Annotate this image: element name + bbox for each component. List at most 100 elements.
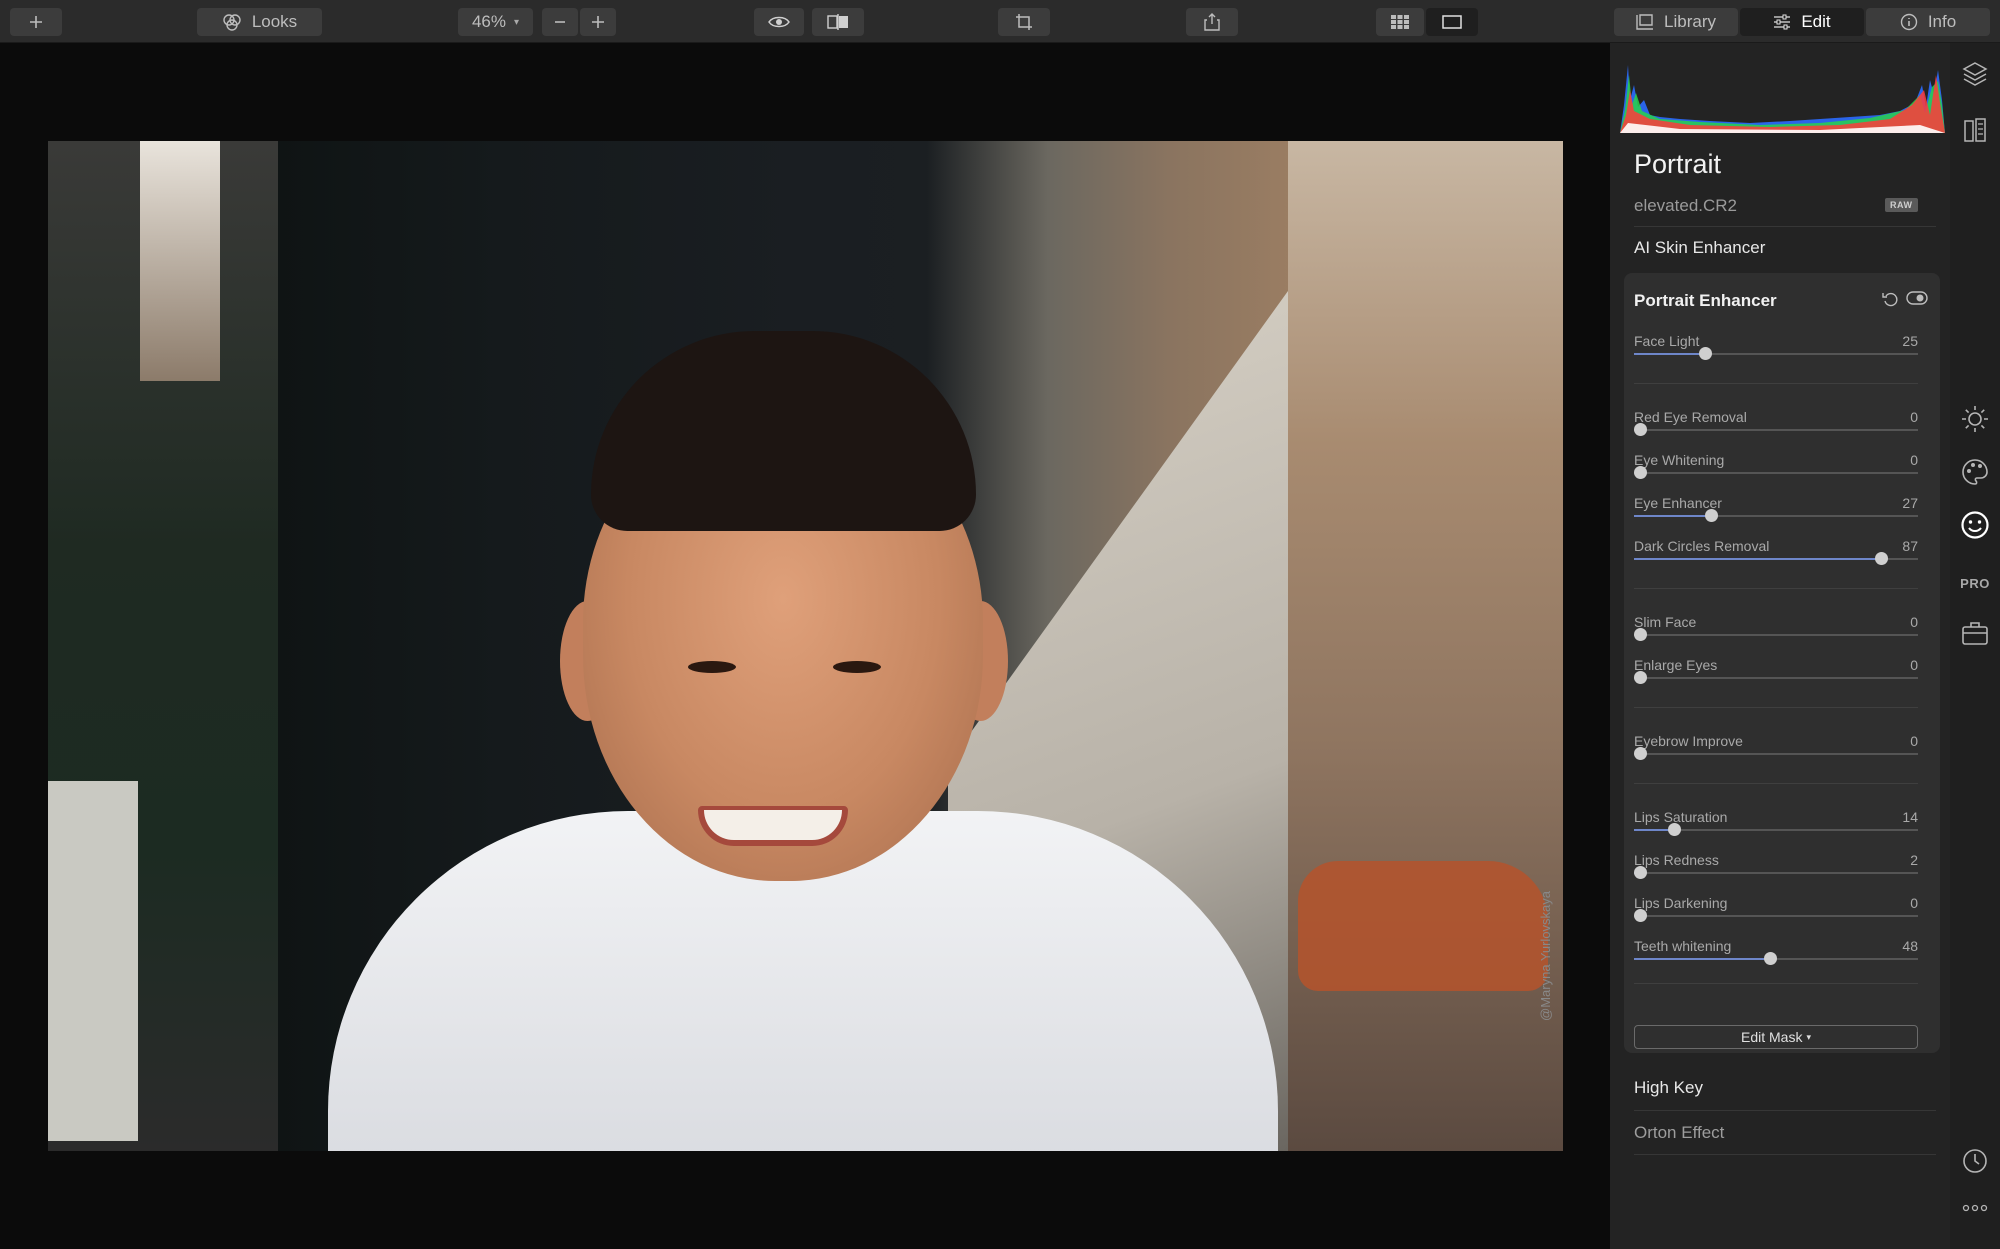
slider-knob[interactable] [1875, 552, 1889, 565]
crop-button[interactable] [998, 8, 1050, 36]
slider-eye-whitening[interactable]: Eye Whitening 0 [1634, 452, 1918, 482]
zoom-value: 46% [471, 12, 506, 31]
file-name: elevated.CR2 [1634, 196, 1738, 215]
layers-icon[interactable] [1960, 58, 1990, 88]
section-divider [1634, 707, 1918, 708]
slider-value: 0 [1910, 657, 1918, 673]
section-divider [1634, 983, 1918, 984]
slider-knob[interactable] [1634, 866, 1647, 879]
looks-button[interactable]: Looks [197, 8, 322, 36]
slider-track[interactable] [1634, 872, 1918, 874]
slider-lips-saturation[interactable]: Lips Saturation 14 [1634, 809, 1918, 839]
edit-mask-button[interactable]: Edit Mask ▾ [1634, 1025, 1918, 1049]
slider-value: 25 [1902, 333, 1918, 349]
slider-track[interactable] [1634, 677, 1918, 679]
slider-lips-redness[interactable]: Lips Redness 2 [1634, 852, 1918, 882]
slider-track[interactable] [1634, 753, 1918, 755]
info-icon [1900, 13, 1918, 31]
add-button[interactable] [10, 8, 62, 36]
slider-label: Lips Darkening [1634, 895, 1728, 911]
crop-icon [1016, 14, 1032, 30]
compare-button[interactable] [812, 8, 864, 36]
looks-label: Looks [251, 12, 298, 31]
edit-label: Edit [1801, 12, 1831, 31]
slider-track[interactable] [1634, 429, 1918, 431]
slider-value: 0 [1910, 614, 1918, 630]
tab-info[interactable]: Info [1866, 8, 1990, 36]
grid-icon [1391, 15, 1409, 29]
preview-eye-button[interactable] [754, 8, 804, 36]
slider-label: Face Light [1634, 333, 1700, 349]
slider-value: 2 [1910, 852, 1918, 868]
history-clock-icon[interactable] [1960, 1146, 1990, 1176]
slider-track[interactable] [1634, 915, 1918, 917]
top-toolbar: Looks 46% ▾ Library Edit Info [0, 0, 2000, 43]
slider-value: 0 [1910, 733, 1918, 749]
face-icon[interactable] [1960, 510, 1990, 540]
slider-knob[interactable] [1634, 466, 1647, 479]
slider-label: Enlarge Eyes [1634, 657, 1718, 673]
chevron-down-icon: ▾ [514, 16, 520, 28]
slider-label: Red Eye Removal [1634, 409, 1747, 425]
slider-value: 14 [1902, 809, 1918, 825]
slider-label: Dark Circles Removal [1634, 538, 1770, 554]
slider-face-light[interactable]: Face Light 25 [1634, 333, 1918, 363]
presets-icon[interactable] [1960, 115, 1990, 145]
slider-teeth-whitening[interactable]: Teeth whitening 48 [1634, 938, 1918, 968]
slider-enlarge-eyes[interactable]: Enlarge Eyes 0 [1634, 657, 1918, 687]
slider-knob[interactable] [1704, 509, 1718, 522]
slider-label: Eyebrow Improve [1634, 733, 1743, 749]
slider-knob[interactable] [1764, 952, 1778, 965]
share-icon [1204, 13, 1220, 31]
slider-label: Eye Whitening [1634, 452, 1725, 468]
slider-knob[interactable] [1699, 347, 1712, 360]
edit-mask-label: Edit Mask [1741, 1029, 1803, 1045]
section-divider [1634, 783, 1918, 784]
slider-red-eye-removal[interactable]: Red Eye Removal 0 [1634, 409, 1918, 439]
image-canvas[interactable]: @Maryna Yurlovskaya [0, 43, 1610, 1249]
toggle-visibility-icon[interactable] [1906, 291, 1928, 305]
single-view-button[interactable] [1426, 8, 1478, 36]
tool-high-key[interactable]: High Key [1634, 1078, 1703, 1098]
slider-track[interactable] [1634, 472, 1918, 474]
share-button[interactable] [1186, 8, 1238, 36]
card-title: Portrait Enhancer [1634, 291, 1777, 310]
pro-tools-icon[interactable]: PRO [1960, 568, 1990, 598]
sun-icon[interactable] [1960, 404, 1990, 434]
slider-knob[interactable] [1634, 423, 1647, 436]
slider-fill [1634, 515, 1711, 517]
section-divider [1634, 383, 1918, 384]
tab-edit[interactable]: Edit [1740, 8, 1864, 36]
slider-eyebrow-improve[interactable]: Eyebrow Improve 0 [1634, 733, 1918, 763]
zoom-select[interactable]: 46% ▾ [458, 8, 533, 36]
tab-library[interactable]: Library [1614, 8, 1738, 36]
library-icon [1636, 14, 1654, 30]
compare-split-icon [827, 14, 848, 30]
slider-knob[interactable] [1634, 747, 1647, 760]
slider-knob[interactable] [1634, 671, 1647, 684]
reset-icon[interactable] [1882, 291, 1898, 307]
slider-label: Lips Redness [1634, 852, 1719, 868]
zoom-in-button[interactable] [580, 8, 616, 36]
slider-knob[interactable] [1634, 628, 1647, 641]
zoom-out-button[interactable] [542, 8, 578, 36]
slider-value: 0 [1910, 452, 1918, 468]
tool-orton-effect[interactable]: Orton Effect [1634, 1123, 1724, 1143]
slider-slim-face[interactable]: Slim Face 0 [1634, 614, 1918, 644]
palette-icon[interactable] [1960, 457, 1990, 487]
grid-view-button[interactable] [1376, 8, 1424, 36]
slider-eye-enhancer[interactable]: Eye Enhancer 27 [1634, 495, 1918, 525]
slider-dark-circles-removal[interactable]: Dark Circles Removal 87 [1634, 538, 1918, 568]
slider-knob[interactable] [1634, 909, 1647, 922]
briefcase-icon[interactable] [1960, 618, 1990, 648]
slider-knob[interactable] [1667, 823, 1681, 836]
slider-value: 0 [1910, 895, 1918, 911]
slider-lips-darkening[interactable]: Lips Darkening 0 [1634, 895, 1918, 925]
more-options-icon[interactable] [1960, 1193, 1990, 1223]
library-label: Library [1664, 12, 1716, 31]
panel-title: Portrait [1634, 149, 1722, 179]
sliders-icon [1774, 14, 1791, 30]
tool-ai-skin-enhancer[interactable]: AI Skin Enhancer [1634, 238, 1765, 258]
slider-fill [1634, 353, 1705, 355]
slider-track[interactable] [1634, 634, 1918, 636]
